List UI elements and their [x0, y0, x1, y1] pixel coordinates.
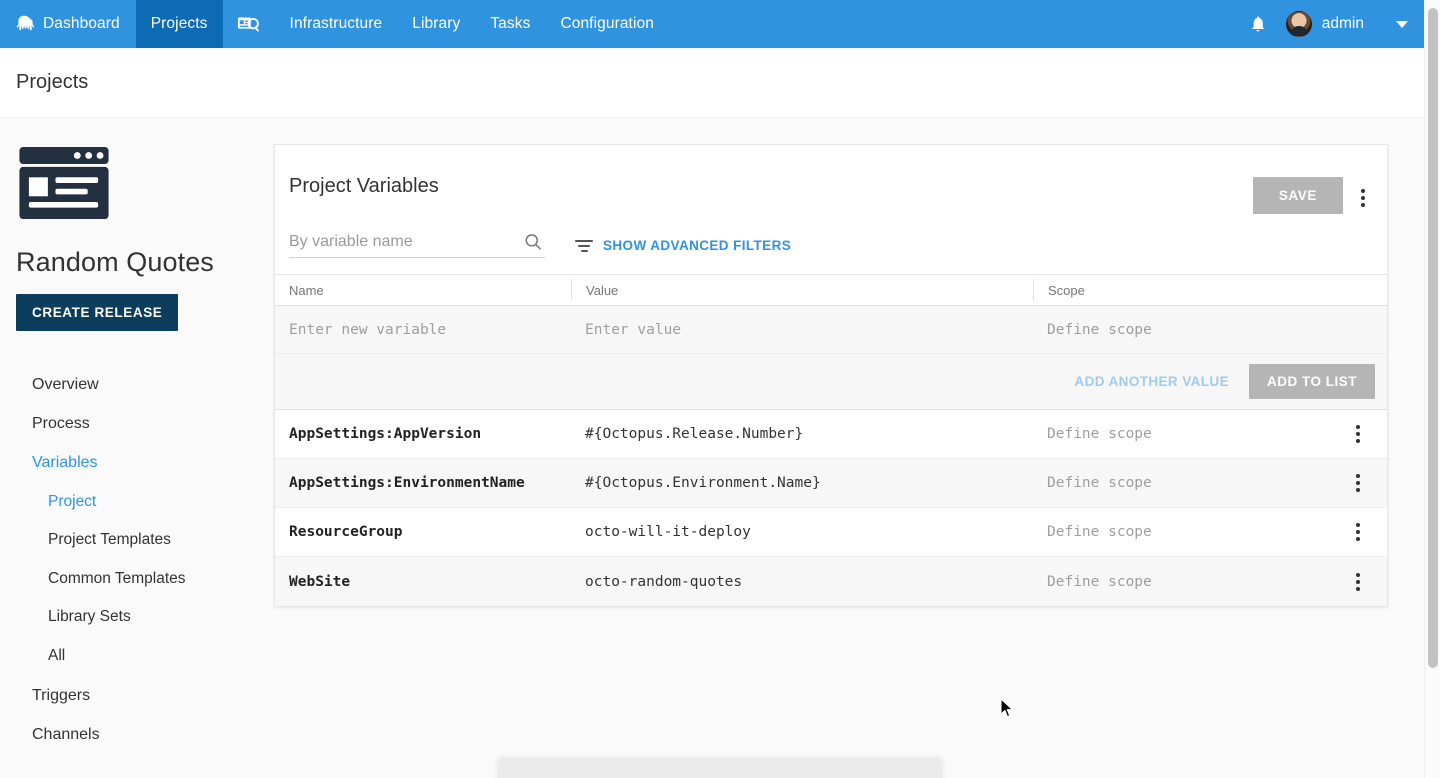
filter-list-icon — [575, 240, 593, 252]
project-variables-card: Project Variables SAVE SHOW ADVANCED FIL… — [274, 144, 1388, 607]
nav-items: Dashboard Projects Infrastructure — [0, 0, 669, 48]
top-navigation-bar: Dashboard Projects Infrastructure — [0, 0, 1424, 48]
row-actions-cell — [1329, 523, 1387, 541]
nav-right-group: admin — [1236, 0, 1424, 48]
sidebar-item-overview[interactable]: Overview — [16, 365, 274, 404]
variable-value: octo-will-it-deploy — [571, 524, 1033, 540]
variable-value: #{Octopus.Release.Number} — [571, 426, 1033, 442]
variable-value: octo-random-quotes — [571, 574, 1033, 590]
nav-item-tasks[interactable]: Tasks — [475, 0, 545, 48]
page-header: Projects — [0, 48, 1424, 118]
card-title: Project Variables — [289, 175, 1371, 198]
sidebar-item-all[interactable]: All — [16, 637, 274, 676]
show-advanced-filters-button[interactable]: SHOW ADVANCED FILTERS — [575, 238, 791, 258]
sidebar-item-channels[interactable]: Channels — [16, 715, 274, 754]
sidebar: Random Quotes CREATE RELEASE Overview Pr… — [0, 118, 274, 754]
column-header-name: Name — [275, 283, 571, 298]
page-body: Random Quotes CREATE RELEASE Overview Pr… — [0, 118, 1424, 778]
nav-item-project-search[interactable] — [223, 0, 275, 48]
nav-item-dashboard[interactable]: Dashboard — [0, 0, 136, 48]
nav-item-tasks-label: Tasks — [490, 15, 530, 33]
avatar — [1286, 11, 1312, 37]
variable-scope[interactable]: Define scope — [1033, 475, 1329, 491]
column-header-value: Value — [571, 279, 1033, 301]
search-input[interactable] — [289, 233, 504, 251]
variable-value: #{Octopus.Environment.Name} — [571, 475, 1033, 491]
sidebar-item-library-sets[interactable]: Library Sets — [16, 598, 274, 637]
sidebar-item-common-templates[interactable]: Common Templates — [16, 560, 274, 599]
sidebar-item-project-templates[interactable]: Project Templates — [16, 521, 274, 560]
variable-scope[interactable]: Define scope — [1033, 524, 1329, 540]
row-actions-cell — [1329, 425, 1387, 443]
nav-item-infrastructure[interactable]: Infrastructure — [275, 0, 398, 48]
create-release-button[interactable]: CREATE RELEASE — [16, 294, 178, 331]
nav-item-projects[interactable]: Projects — [136, 0, 223, 48]
notifications-button[interactable] — [1236, 0, 1280, 48]
add-another-value-button[interactable]: ADD ANOTHER VALUE — [1074, 374, 1229, 389]
sidebar-item-process[interactable]: Process — [16, 404, 274, 443]
sidebar-item-triggers[interactable]: Triggers — [16, 676, 274, 715]
sidebar-item-project[interactable]: Project — [16, 483, 274, 522]
table-row[interactable]: ResourceGroup octo-will-it-deploy Define… — [275, 508, 1387, 557]
new-variable-scope-input[interactable]: Define scope — [1033, 322, 1329, 338]
variable-scope[interactable]: Define scope — [1033, 426, 1329, 442]
table-header-row: Name Value Scope — [275, 274, 1387, 306]
nav-item-dashboard-label: Dashboard — [43, 15, 120, 33]
project-search-icon — [237, 14, 261, 34]
variable-name: AppSettings:EnvironmentName — [275, 475, 571, 491]
row-overflow-menu-icon[interactable] — [1356, 573, 1360, 591]
project-name: Random Quotes — [16, 247, 274, 278]
page-scrollbar[interactable] — [1424, 0, 1440, 778]
page-title: Projects — [16, 71, 88, 94]
page-scrollbar-thumb[interactable] — [1428, 8, 1438, 668]
octopus-icon — [14, 14, 34, 34]
mouse-cursor — [1000, 698, 1016, 720]
sidebar-nav-list: Overview Process Variables Project Proje… — [16, 365, 274, 754]
row-actions-cell — [1329, 573, 1387, 591]
row-actions-cell — [1329, 474, 1387, 492]
project-window-icon — [16, 146, 112, 220]
table-row[interactable]: WebSite octo-random-quotes Define scope — [275, 557, 1387, 606]
search-icon[interactable] — [523, 232, 543, 252]
card-overflow-menu-icon[interactable] — [1351, 185, 1375, 211]
notifications-bell-icon — [1249, 14, 1267, 34]
user-name: admin — [1322, 15, 1364, 33]
column-header-scope: Scope — [1033, 279, 1329, 301]
row-overflow-menu-icon[interactable] — [1356, 474, 1360, 492]
row-overflow-menu-icon[interactable] — [1356, 523, 1360, 541]
sticky-footer-peek — [498, 760, 942, 778]
search-field — [289, 233, 545, 258]
table-row[interactable]: AppSettings:AppVersion #{Octopus.Release… — [275, 410, 1387, 459]
new-variable-value-input[interactable]: Enter value — [571, 322, 1033, 338]
variable-name: ResourceGroup — [275, 524, 571, 540]
chevron-down-icon[interactable] — [1396, 21, 1408, 28]
nav-item-library[interactable]: Library — [397, 0, 475, 48]
show-advanced-filters-label: SHOW ADVANCED FILTERS — [603, 238, 791, 253]
nav-item-configuration-label: Configuration — [560, 15, 654, 33]
variable-name: WebSite — [275, 574, 571, 590]
new-variable-row: Enter new variable Enter value Define sc… — [275, 306, 1387, 354]
nav-item-configuration[interactable]: Configuration — [545, 0, 669, 48]
user-menu[interactable]: admin — [1280, 0, 1374, 48]
nav-item-infrastructure-label: Infrastructure — [290, 15, 383, 33]
card-header: Project Variables SAVE — [275, 145, 1387, 219]
app-root: Dashboard Projects Infrastructure — [0, 0, 1440, 778]
variable-scope[interactable]: Define scope — [1033, 574, 1329, 590]
add-actions-row: ADD ANOTHER VALUE ADD TO LIST — [275, 354, 1387, 410]
new-variable-name-input[interactable]: Enter new variable — [275, 322, 571, 338]
add-to-list-button[interactable]: ADD TO LIST — [1249, 364, 1375, 399]
variable-name: AppSettings:AppVersion — [275, 426, 571, 442]
filters-row: SHOW ADVANCED FILTERS — [275, 219, 1387, 274]
nav-item-library-label: Library — [412, 15, 460, 33]
table-row[interactable]: AppSettings:EnvironmentName #{Octopus.En… — [275, 459, 1387, 508]
save-button[interactable]: SAVE — [1253, 177, 1343, 214]
sidebar-item-variables[interactable]: Variables — [16, 443, 274, 482]
nav-item-projects-label: Projects — [151, 15, 208, 33]
row-overflow-menu-icon[interactable] — [1356, 425, 1360, 443]
